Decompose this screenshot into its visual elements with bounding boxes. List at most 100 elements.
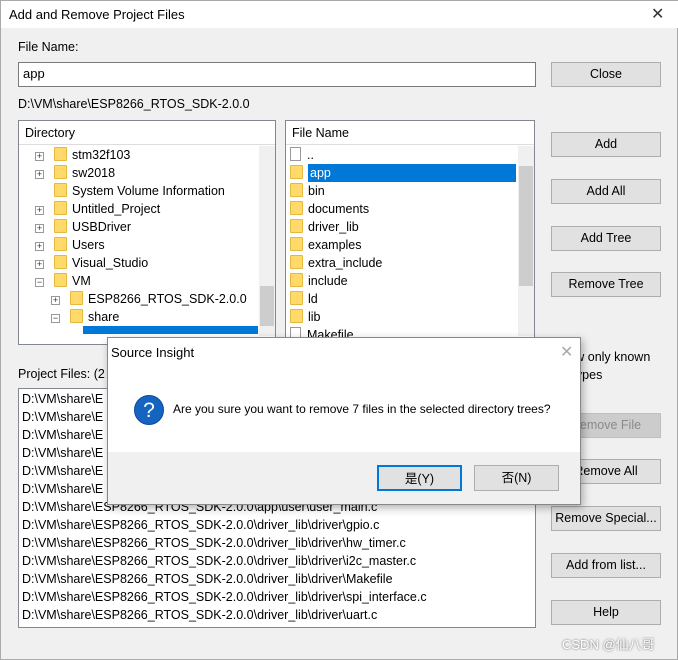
file-item-label: bin [308,184,325,198]
expander-icon[interactable]: − [35,278,44,287]
folder-icon [54,219,67,233]
project-file-row[interactable]: D:\VM\share\E [22,444,103,462]
project-file-row[interactable]: D:\VM\share\E [22,480,103,498]
close-icon[interactable]: ✕ [651,4,664,24]
no-button[interactable]: 否(N) [474,465,559,491]
message-box-title: Source Insight [111,345,195,360]
file-list[interactable]: File Name .. app bin documents driver_libexa… [285,120,535,345]
file-name-header: File Name [286,121,534,145]
project-file-row[interactable]: D:\VM\share\E [22,390,103,408]
file-item[interactable]: .. [290,146,314,164]
project-file-row[interactable]: D:\VM\share\ESP8266_RTOS_SDK-2.0.0\drive… [22,570,393,588]
folder-icon [290,291,303,305]
project-file-row[interactable]: D:\VM\share\ESP8266_RTOS_SDK-2.0.0\drive… [22,516,379,534]
tree-item[interactable]: System Volume Information [35,182,225,200]
folder-icon [290,165,303,179]
help-button[interactable]: Help [551,600,661,625]
expander-icon[interactable]: + [35,224,44,233]
question-icon: ? [134,395,164,425]
expander-icon[interactable]: + [35,260,44,269]
folder-icon [54,201,67,215]
project-file-row[interactable]: D:\VM\share\E [22,426,103,444]
project-file-row[interactable]: D:\VM\share\ESP8266_RTOS_SDK-2.0.0\drive… [22,606,377,624]
file-item-label: lib [308,310,321,324]
project-file-row[interactable]: D:\VM\share\E [22,408,103,426]
tree-item-label: ESP8266_RTOS_SDK-2.0.0 [88,292,247,306]
file-item[interactable]: bin [290,182,325,200]
add-from-list-button[interactable]: Add from list... [551,553,661,578]
title-bar: Add and Remove Project Files ✕ [1,1,678,28]
tree-item[interactable]: + Untitled_Project [35,200,160,218]
file-item[interactable]: driver_lib [290,218,359,236]
file-item-label: examples [308,238,362,252]
selected-tree-item[interactable] [83,326,258,334]
add-tree-button[interactable]: Add Tree [551,226,661,251]
expander-icon[interactable]: + [35,242,44,251]
file-item[interactable]: extra_include [290,254,382,272]
file-item[interactable]: examples [290,236,362,254]
scroll-thumb[interactable] [519,166,533,286]
directory-tree[interactable]: Directory + stm32f103 + sw2018 System Volume… [18,120,276,345]
tree-item[interactable]: + Users [35,236,105,254]
file-item-label: extra_include [308,256,383,270]
project-file-row[interactable]: D:\VM\share\ESP8266_RTOS_SDK-2.0.0\drive… [22,588,427,606]
add-remove-files-dialog: Add and Remove Project Files ✕ File Name… [0,0,678,660]
window-title: Add and Remove Project Files [9,7,185,22]
yes-button[interactable]: 是(Y) [377,465,462,491]
file-item-label: .. [307,148,314,162]
folder-icon [54,237,67,251]
tree-item[interactable]: + Visual_Studio [35,254,148,272]
tree-item-label: sw2018 [72,166,116,180]
expander-icon[interactable]: + [35,170,44,179]
tree-item[interactable]: + ESP8266_RTOS_SDK-2.0.0 [51,290,247,308]
close-button[interactable]: Close [551,62,661,87]
remove-special-button[interactable]: Remove Special... [551,506,661,531]
folder-icon [70,309,83,323]
tree-item-label: VM [72,274,91,288]
tree-item[interactable]: + sw2018 [35,164,115,182]
close-icon[interactable]: ✕ [560,342,573,362]
scroll-thumb[interactable] [260,286,274,326]
project-files-label: Project Files: (2 [18,367,105,381]
folder-icon [54,255,67,269]
file-item[interactable]: documents [290,200,369,218]
folder-icon [290,183,303,197]
folder-icon [54,165,67,179]
tree-item-label: stm32f103 [72,148,131,162]
file-item[interactable]: include [290,272,348,290]
current-path: D:\VM\share\ESP8266_RTOS_SDK-2.0.0 [18,97,250,111]
expander-icon[interactable]: + [35,206,44,215]
directory-scrollbar[interactable] [259,146,275,336]
folder-icon [290,273,303,287]
file-item-label: driver_lib [308,220,359,234]
tree-item-label: System Volume Information [72,184,225,198]
expander-icon[interactable]: − [51,314,60,323]
remove-tree-button[interactable]: Remove Tree [551,272,661,297]
folder-icon [290,237,303,251]
tree-item[interactable]: − share [51,308,119,326]
file-item[interactable]: ld [290,290,318,308]
expander-icon[interactable]: + [51,296,60,305]
project-file-row[interactable]: D:\VM\share\E [22,462,103,480]
add-all-button[interactable]: Add All [551,179,661,204]
project-file-row[interactable]: D:\VM\share\ESP8266_RTOS_SDK-2.0.0\drive… [22,534,406,552]
watermark: CSDN @仙八哥 [562,637,655,652]
project-file-row[interactable]: D:\VM\share\ESP8266_RTOS_SDK-2.0.0\drive… [22,552,416,570]
file-item-label: include [308,274,348,288]
tree-item[interactable]: + stm32f103 [35,146,130,164]
add-button[interactable]: Add [551,132,661,157]
folder-icon [54,273,67,287]
file-item[interactable]: lib [290,308,321,326]
folder-icon [290,219,303,233]
folder-icon [290,201,303,215]
file-item[interactable]: app [290,164,516,182]
tree-item-label: share [88,310,120,324]
file-name-input[interactable]: app [18,62,536,87]
tree-item-label: Users [72,238,105,252]
folder-icon [290,309,303,323]
file-item-label: documents [308,202,370,216]
tree-item[interactable]: − VM [35,272,91,290]
tree-item[interactable]: + USBDriver [35,218,131,236]
file-scrollbar[interactable] [518,146,534,336]
expander-icon[interactable]: + [35,152,44,161]
